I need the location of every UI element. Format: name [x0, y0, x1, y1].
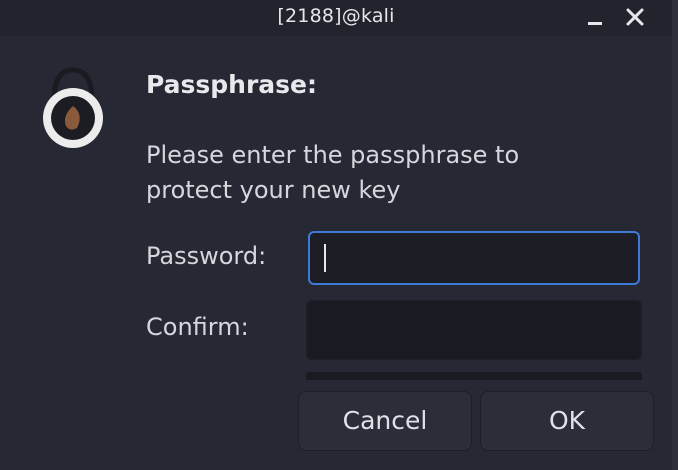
minimize-icon	[588, 22, 602, 25]
confirm-input[interactable]	[306, 300, 642, 360]
close-button[interactable]	[622, 4, 648, 30]
cancel-button[interactable]: Cancel	[298, 391, 472, 451]
ok-button[interactable]: OK	[480, 391, 654, 451]
pinentry-window: [2188]@kali Passphrase: Please enter the…	[0, 0, 678, 470]
text-cursor	[324, 244, 326, 272]
close-icon	[626, 8, 644, 26]
confirm-label: Confirm:	[146, 313, 249, 341]
dialog-heading: Passphrase:	[146, 70, 318, 99]
password-input[interactable]	[308, 231, 640, 285]
password-label: Password:	[146, 242, 267, 270]
minimize-button[interactable]	[582, 4, 608, 30]
passphrase-quality-bar	[306, 372, 642, 380]
title-bar[interactable]: [2188]@kali	[0, 0, 672, 36]
dialog-description: Please enter the passphrase to protect y…	[146, 141, 520, 204]
window-title: [2188]@kali	[277, 5, 395, 27]
lock-icon	[40, 66, 106, 150]
